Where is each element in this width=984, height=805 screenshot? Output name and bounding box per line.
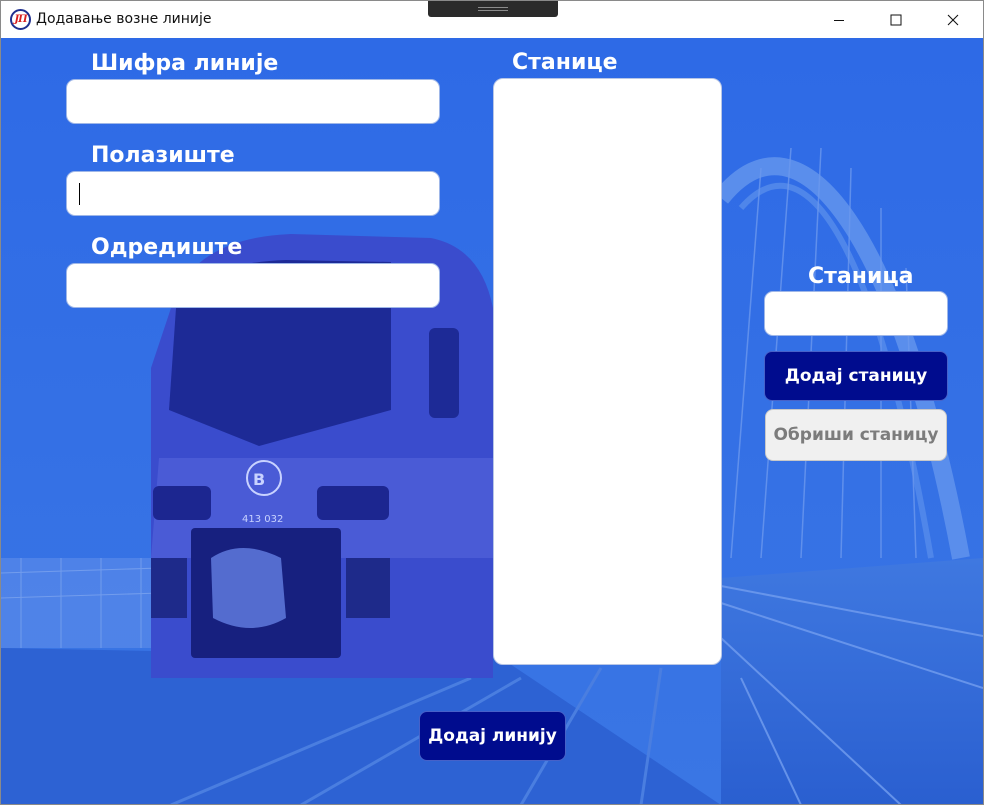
line-code-label: Шифра линије <box>91 51 279 76</box>
departure-label: Полазиште <box>91 143 235 168</box>
svg-text:B: B <box>253 470 265 489</box>
title-bar[interactable]: JП Додавање возне линије <box>1 1 983 38</box>
close-button[interactable] <box>924 1 982 38</box>
minimize-button[interactable] <box>810 1 868 38</box>
departure-input[interactable] <box>66 171 440 216</box>
minimize-icon <box>834 19 844 21</box>
train-number-text: 413 032 <box>242 514 283 525</box>
maximize-icon <box>890 14 902 25</box>
maximize-button[interactable] <box>867 1 925 38</box>
stations-listbox[interactable] <box>493 78 722 665</box>
destination-input[interactable] <box>66 263 440 308</box>
stations-label: Станице <box>512 50 618 75</box>
snap-layout-handle[interactable] <box>428 1 558 17</box>
window-title: Додавање возне линије <box>36 11 212 27</box>
line-code-input[interactable] <box>66 79 440 124</box>
add-line-button[interactable]: Додај линију <box>419 711 566 761</box>
close-icon <box>947 14 959 25</box>
station-label: Станица <box>808 264 914 289</box>
app-window: JП Додавање возне линије B 413 032 Шифра… <box>0 0 984 805</box>
destination-label: Одредиште <box>91 235 243 260</box>
form-area: B 413 032 Шифра линије Полазиште Одредиш… <box>1 38 983 804</box>
station-input[interactable] <box>764 291 948 336</box>
add-station-button[interactable]: Додај станицу <box>764 351 948 401</box>
jp-logo-icon: JП <box>10 9 31 30</box>
text-caret <box>79 183 80 205</box>
remove-station-button[interactable]: Обриши станицу <box>765 409 947 461</box>
